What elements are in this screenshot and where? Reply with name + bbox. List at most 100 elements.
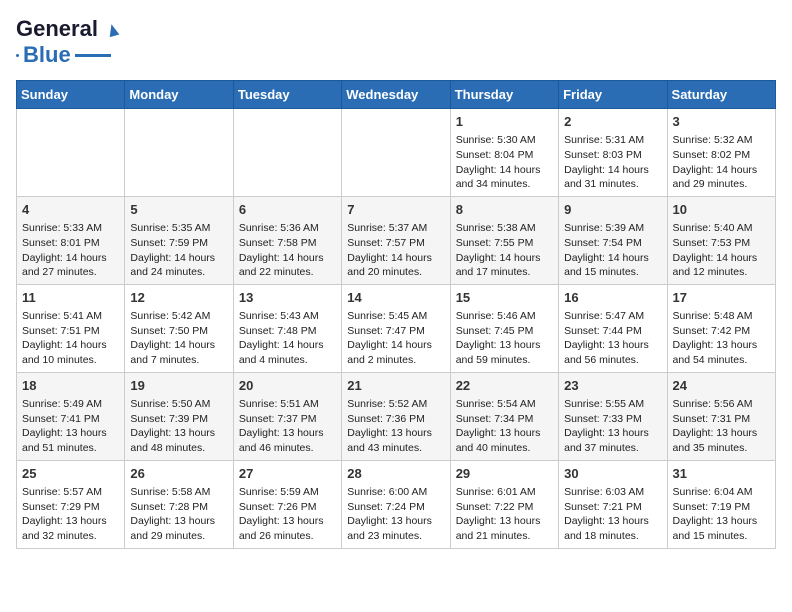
calendar-cell: 3Sunrise: 5:32 AM Sunset: 8:02 PM Daylig… xyxy=(667,109,775,197)
calendar-cell: 11 Sunrise: 5:41 AM Sunset: 7:51 PM Dayli… xyxy=(17,284,125,372)
day-number: 15 xyxy=(456,289,553,307)
day-number: 13 xyxy=(239,289,336,307)
calendar-cell: 22 Sunrise: 5:54 AM Sunset: 7:34 PM Dayli… xyxy=(450,372,558,460)
calendar-header: SundayMondayTuesdayWednesdayThursdayFrid… xyxy=(17,81,776,109)
day-of-week-header: Saturday xyxy=(667,81,775,109)
day-number: 17 xyxy=(673,289,770,307)
logo-triangle-icon xyxy=(102,18,124,40)
calendar-cell xyxy=(17,109,125,197)
day-info: Sunrise: 5:35 AM Sunset: 7:59 PM Dayligh… xyxy=(130,221,227,280)
day-info: Sunrise: 5:38 AM Sunset: 7:55 PM Dayligh… xyxy=(456,221,553,280)
day-info: Sunrise: 5:59 AM Sunset: 7:26 PM Dayligh… xyxy=(239,485,336,544)
calendar-week-row: 25 Sunrise: 5:57 AM Sunset: 7:29 PM Dayli… xyxy=(17,460,776,548)
day-number: 29 xyxy=(456,465,553,483)
calendar-cell: 12 Sunrise: 5:42 AM Sunset: 7:50 PM Dayli… xyxy=(125,284,233,372)
logo-general: General xyxy=(16,16,98,42)
calendar-week-row: 11 Sunrise: 5:41 AM Sunset: 7:51 PM Dayli… xyxy=(17,284,776,372)
day-number: 2 xyxy=(564,113,661,131)
logo-underline xyxy=(75,54,111,57)
day-of-week-header: Thursday xyxy=(450,81,558,109)
day-number: 23 xyxy=(564,377,661,395)
calendar-cell: 6 Sunrise: 5:36 AM Sunset: 7:58 PM Daylig… xyxy=(233,196,341,284)
calendar-cell xyxy=(342,109,450,197)
calendar-cell: 8 Sunrise: 5:38 AM Sunset: 7:55 PM Daylig… xyxy=(450,196,558,284)
day-info: Sunrise: 5:31 AM Sunset: 8:03 PM Dayligh… xyxy=(564,133,661,192)
calendar-body: 1Sunrise: 5:30 AM Sunset: 8:04 PM Daylig… xyxy=(17,109,776,549)
calendar-cell: 18 Sunrise: 5:49 AM Sunset: 7:41 PM Dayli… xyxy=(17,372,125,460)
day-info: Sunrise: 5:52 AM Sunset: 7:36 PM Dayligh… xyxy=(347,397,444,456)
calendar-cell: 13 Sunrise: 5:43 AM Sunset: 7:48 PM Dayli… xyxy=(233,284,341,372)
calendar-cell: 27 Sunrise: 5:59 AM Sunset: 7:26 PM Dayli… xyxy=(233,460,341,548)
calendar-week-row: 18 Sunrise: 5:49 AM Sunset: 7:41 PM Dayli… xyxy=(17,372,776,460)
day-number: 18 xyxy=(22,377,119,395)
day-number: 31 xyxy=(673,465,770,483)
day-info: Sunrise: 5:55 AM Sunset: 7:33 PM Dayligh… xyxy=(564,397,661,456)
day-info: Sunrise: 6:00 AM Sunset: 7:24 PM Dayligh… xyxy=(347,485,444,544)
calendar-cell: 31 Sunrise: 6:04 AM Sunset: 7:19 PM Dayli… xyxy=(667,460,775,548)
logo-blue: Blue xyxy=(23,42,71,68)
day-of-week-header: Tuesday xyxy=(233,81,341,109)
calendar-cell: 10 Sunrise: 5:40 AM Sunset: 7:53 PM Dayli… xyxy=(667,196,775,284)
day-number: 30 xyxy=(564,465,661,483)
day-number: 24 xyxy=(673,377,770,395)
day-info: Sunrise: 5:42 AM Sunset: 7:50 PM Dayligh… xyxy=(130,309,227,368)
day-of-week-header: Friday xyxy=(559,81,667,109)
day-info: Sunrise: 5:56 AM Sunset: 7:31 PM Dayligh… xyxy=(673,397,770,456)
day-number: 26 xyxy=(130,465,227,483)
day-info: Sunrise: 5:43 AM Sunset: 7:48 PM Dayligh… xyxy=(239,309,336,368)
day-number: 27 xyxy=(239,465,336,483)
day-number: 16 xyxy=(564,289,661,307)
day-info: Sunrise: 5:54 AM Sunset: 7:34 PM Dayligh… xyxy=(456,397,553,456)
day-info: Sunrise: 5:41 AM Sunset: 7:51 PM Dayligh… xyxy=(22,309,119,368)
day-number: 6 xyxy=(239,201,336,219)
calendar-cell: 16 Sunrise: 5:47 AM Sunset: 7:44 PM Dayli… xyxy=(559,284,667,372)
day-info: Sunrise: 6:04 AM Sunset: 7:19 PM Dayligh… xyxy=(673,485,770,544)
day-info: Sunrise: 5:36 AM Sunset: 7:58 PM Dayligh… xyxy=(239,221,336,280)
day-info: Sunrise: 5:49 AM Sunset: 7:41 PM Dayligh… xyxy=(22,397,119,456)
calendar-cell: 29 Sunrise: 6:01 AM Sunset: 7:22 PM Dayli… xyxy=(450,460,558,548)
calendar-week-row: 4 Sunrise: 5:33 AM Sunset: 8:01 PM Daylig… xyxy=(17,196,776,284)
day-number: 12 xyxy=(130,289,227,307)
calendar-cell: 24 Sunrise: 5:56 AM Sunset: 7:31 PM Dayli… xyxy=(667,372,775,460)
day-of-week-header: Wednesday xyxy=(342,81,450,109)
day-info: Sunrise: 5:50 AM Sunset: 7:39 PM Dayligh… xyxy=(130,397,227,456)
logo-dot xyxy=(16,54,19,57)
day-number: 10 xyxy=(673,201,770,219)
day-info: Sunrise: 6:01 AM Sunset: 7:22 PM Dayligh… xyxy=(456,485,553,544)
day-info: Sunrise: 5:51 AM Sunset: 7:37 PM Dayligh… xyxy=(239,397,336,456)
page-header: General Blue xyxy=(16,16,776,68)
calendar-cell: 26Sunrise: 5:58 AM Sunset: 7:28 PM Dayli… xyxy=(125,460,233,548)
day-number: 1 xyxy=(456,113,553,131)
day-number: 5 xyxy=(130,201,227,219)
day-info: Sunrise: 5:57 AM Sunset: 7:29 PM Dayligh… xyxy=(22,485,119,544)
day-of-week-header: Sunday xyxy=(17,81,125,109)
calendar-cell: 21 Sunrise: 5:52 AM Sunset: 7:36 PM Dayli… xyxy=(342,372,450,460)
day-info: Sunrise: 5:33 AM Sunset: 8:01 PM Dayligh… xyxy=(22,221,119,280)
day-info: Sunrise: 5:45 AM Sunset: 7:47 PM Dayligh… xyxy=(347,309,444,368)
calendar-cell: 7Sunrise: 5:37 AM Sunset: 7:57 PM Daylig… xyxy=(342,196,450,284)
calendar-cell: 4 Sunrise: 5:33 AM Sunset: 8:01 PM Daylig… xyxy=(17,196,125,284)
calendar-cell: 5 Sunrise: 5:35 AM Sunset: 7:59 PM Daylig… xyxy=(125,196,233,284)
day-number: 21 xyxy=(347,377,444,395)
day-number: 7 xyxy=(347,201,444,219)
day-number: 4 xyxy=(22,201,119,219)
day-info: Sunrise: 5:47 AM Sunset: 7:44 PM Dayligh… xyxy=(564,309,661,368)
day-number: 9 xyxy=(564,201,661,219)
calendar-cell: 28 Sunrise: 6:00 AM Sunset: 7:24 PM Dayli… xyxy=(342,460,450,548)
day-number: 20 xyxy=(239,377,336,395)
day-of-week-header: Monday xyxy=(125,81,233,109)
calendar-cell: 15Sunrise: 5:46 AM Sunset: 7:45 PM Dayli… xyxy=(450,284,558,372)
day-number: 8 xyxy=(456,201,553,219)
day-number: 25 xyxy=(22,465,119,483)
calendar-cell: 20 Sunrise: 5:51 AM Sunset: 7:37 PM Dayli… xyxy=(233,372,341,460)
day-info: Sunrise: 5:40 AM Sunset: 7:53 PM Dayligh… xyxy=(673,221,770,280)
calendar-cell: 17 Sunrise: 5:48 AM Sunset: 7:42 PM Dayli… xyxy=(667,284,775,372)
day-info: Sunrise: 5:48 AM Sunset: 7:42 PM Dayligh… xyxy=(673,309,770,368)
day-number: 28 xyxy=(347,465,444,483)
day-number: 11 xyxy=(22,289,119,307)
header-row: SundayMondayTuesdayWednesdayThursdayFrid… xyxy=(17,81,776,109)
calendar-cell: 19Sunrise: 5:50 AM Sunset: 7:39 PM Dayli… xyxy=(125,372,233,460)
day-number: 14 xyxy=(347,289,444,307)
day-number: 22 xyxy=(456,377,553,395)
logo: General Blue xyxy=(16,16,124,68)
